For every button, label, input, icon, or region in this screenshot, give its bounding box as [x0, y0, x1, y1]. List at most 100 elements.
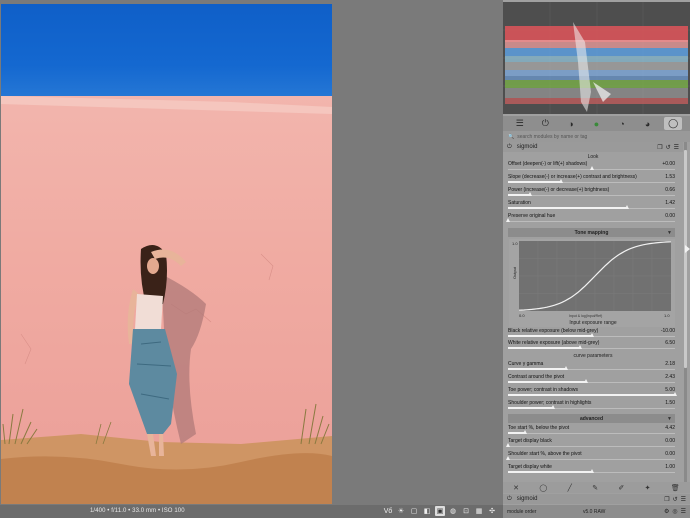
- slider-value[interactable]: 1.53: [665, 174, 675, 180]
- slider[interactable]: Offset (deepen(-) or lift(+) shadows) +0.…: [508, 161, 675, 173]
- slider-track[interactable]: [508, 430, 675, 434]
- color-icon[interactable]: ●: [587, 117, 605, 130]
- slider[interactable]: Preserve original hue 0.00: [506, 213, 675, 225]
- settings-icon[interactable]: ⚙: [664, 508, 669, 515]
- slider-knob[interactable]: [551, 405, 556, 409]
- slider[interactable]: Black relative exposure (below mid-grey)…: [508, 328, 675, 340]
- gamut-icon[interactable]: ◍: [448, 506, 458, 516]
- slider-track[interactable]: [506, 443, 675, 447]
- slider[interactable]: Shoulder power; contrast in highlights 1.…: [508, 400, 675, 412]
- display-icon[interactable]: ▢: [409, 506, 419, 516]
- path-icon[interactable]: ✎: [592, 484, 598, 492]
- slider-track[interactable]: [508, 469, 675, 473]
- slider-value[interactable]: -10.00: [661, 328, 675, 334]
- slider-knob[interactable]: [522, 430, 527, 434]
- module-search[interactable]: 🔍 search modules by name or tag: [503, 131, 690, 142]
- slider-value[interactable]: +0.00: [662, 161, 675, 167]
- tone-mapping-header[interactable]: Tone mapping ▼: [508, 228, 675, 237]
- slider-knob[interactable]: [589, 166, 594, 170]
- effect-icon[interactable]: ◕: [639, 117, 657, 130]
- trash-icon[interactable]: 🗑: [671, 484, 680, 492]
- slider-knob[interactable]: [506, 218, 510, 222]
- multi-instance-icon[interactable]: ❐: [664, 496, 669, 503]
- module-order-value[interactable]: v5.0 RAW: [583, 509, 605, 515]
- slider-value[interactable]: 1.00: [665, 464, 675, 470]
- slider-track[interactable]: [508, 205, 675, 209]
- search-input[interactable]: search modules by name or tag: [517, 134, 587, 140]
- slider-knob[interactable]: [577, 345, 582, 349]
- presets-icon[interactable]: ☰: [674, 144, 679, 151]
- advanced-header[interactable]: advanced ▼: [508, 414, 675, 423]
- collapse-icon[interactable]: ▼: [667, 416, 672, 422]
- brush-icon[interactable]: ╱: [568, 484, 572, 492]
- slider-track[interactable]: [506, 456, 675, 460]
- slider-value[interactable]: 0.00: [665, 213, 675, 219]
- slider-knob[interactable]: [506, 456, 510, 460]
- slider[interactable]: Target display white 1.00: [508, 464, 675, 476]
- presets-icon[interactable]: ☰: [681, 496, 686, 503]
- slider-track[interactable]: [508, 166, 675, 170]
- softproof-icon[interactable]: ▣: [435, 506, 445, 516]
- slider-track[interactable]: [508, 333, 675, 337]
- collapse-icon[interactable]: ▼: [667, 230, 672, 236]
- slider[interactable]: Shoulder start %, above the pivot 0.00: [506, 451, 675, 463]
- bulb-icon[interactable]: ☀: [396, 506, 406, 516]
- module-header[interactable]: ⏻ sigmoid ❐ ↺ ☰: [503, 142, 683, 152]
- slider[interactable]: Toe start %, below the pivot 4.42: [508, 425, 675, 437]
- guides-icon[interactable]: ✣: [487, 506, 497, 516]
- slider[interactable]: Slope (decrease(-) or increase(+) contra…: [508, 174, 675, 186]
- slider-knob[interactable]: [559, 179, 564, 183]
- circle-icon[interactable]: ◯: [539, 484, 547, 492]
- slider[interactable]: White relative exposure (above mid-grey)…: [508, 340, 675, 352]
- image-canvas[interactable]: [0, 0, 503, 505]
- clipping-icon[interactable]: ◧: [422, 506, 432, 516]
- slider[interactable]: Target display black 0.00: [506, 438, 675, 450]
- next-module-header[interactable]: ⏻ sigmoid ❐ ↺ ☰: [503, 494, 690, 504]
- power-icon[interactable]: ⏻: [507, 496, 512, 503]
- slider[interactable]: Power (increase(-) or decrease(+) bright…: [508, 187, 675, 199]
- slider-value[interactable]: 6.50: [665, 340, 675, 346]
- slider[interactable]: Contrast around the pivot 2.43: [508, 374, 675, 386]
- slider-value[interactable]: 0.66: [665, 187, 675, 193]
- reset-icon[interactable]: ✕: [513, 484, 519, 492]
- slider-knob[interactable]: [673, 392, 677, 396]
- focus-icon[interactable]: ⊡: [461, 506, 471, 516]
- slider-knob[interactable]: [589, 333, 594, 337]
- base-icon[interactable]: ⏻: [536, 117, 554, 130]
- slider-value[interactable]: 1.50: [665, 400, 675, 406]
- slider-value[interactable]: 2.18: [665, 361, 675, 367]
- correct-icon[interactable]: ◔: [613, 117, 631, 130]
- histogram[interactable]: [503, 2, 690, 114]
- slider[interactable]: Curve γ gamma 2.18: [508, 361, 675, 373]
- slider-knob[interactable]: [506, 443, 510, 447]
- vg-icon[interactable]: Vő: [383, 506, 393, 516]
- quick-access-icon[interactable]: ☰: [511, 117, 529, 130]
- slider-knob[interactable]: [589, 469, 594, 473]
- panel-scrollbar[interactable]: [684, 142, 687, 482]
- slider-track[interactable]: [508, 379, 675, 383]
- slider-track[interactable]: [508, 192, 675, 196]
- scrollbar-thumb[interactable]: [684, 150, 687, 368]
- grid-icon[interactable]: ▦: [474, 506, 484, 516]
- slider-value[interactable]: 2.43: [665, 374, 675, 380]
- slider-value[interactable]: 4.42: [665, 425, 675, 431]
- tone-icon[interactable]: ◑: [562, 117, 580, 130]
- photo-preview[interactable]: [1, 4, 332, 504]
- slider-knob[interactable]: [624, 205, 629, 209]
- multi-instance-icon[interactable]: ❐: [657, 144, 662, 151]
- slider-track[interactable]: [508, 392, 677, 396]
- slider-value[interactable]: 0.00: [665, 451, 675, 457]
- slider-knob[interactable]: [564, 366, 569, 370]
- slider-track[interactable]: [508, 405, 675, 409]
- active-icon[interactable]: ◯: [664, 117, 683, 130]
- styles-icon[interactable]: ◎: [672, 508, 677, 515]
- slider-track[interactable]: [508, 345, 675, 349]
- slider[interactable]: Toe power; contrast in shadows 5.00: [508, 387, 677, 399]
- slider[interactable]: Saturation 1.42: [508, 200, 675, 212]
- tone-mapping-graph[interactable]: 1.0 Output 0.0 1.0 Input & log(Input/Ref…: [509, 239, 675, 327]
- menu-icon[interactable]: ☰: [681, 508, 686, 515]
- slider-track[interactable]: [506, 218, 675, 222]
- reset-icon[interactable]: ↺: [666, 144, 671, 151]
- panel-collapse-arrow[interactable]: [685, 245, 690, 253]
- reset-icon[interactable]: ↺: [673, 496, 678, 503]
